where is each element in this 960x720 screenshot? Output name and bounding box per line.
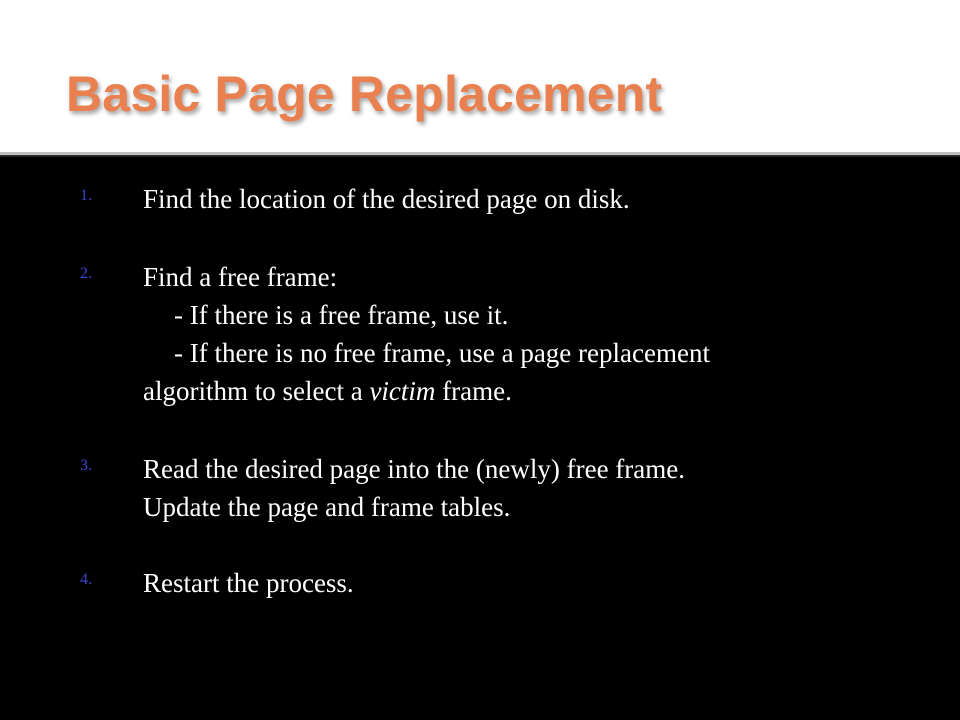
step-2-line-1: Find a free frame: xyxy=(143,262,338,292)
list-number: 2. xyxy=(80,265,92,282)
slide-title: Basic Page Replacement xyxy=(66,66,663,122)
step-3-line-1: Read the desired page into the (newly) f… xyxy=(143,454,686,484)
slide: Basic Page Replacement 1. Find the locat… xyxy=(0,0,960,720)
step-2-line-3: - If there is no free frame, use a page … xyxy=(174,338,710,368)
step-2-line-4-after: frame. xyxy=(435,376,512,406)
step-2-line-2: - If there is a free frame, use it. xyxy=(174,300,509,330)
title-divider-shadow xyxy=(0,155,960,158)
step-1-line-1: Find the location of the desired page on… xyxy=(143,184,630,214)
list-number: 1. xyxy=(80,187,92,204)
victim-emphasis: victim xyxy=(369,376,436,406)
step-3-line-2: Update the page and frame tables. xyxy=(143,492,511,522)
list-number: 3. xyxy=(80,457,92,474)
step-2-line-4: algorithm to select a victim frame. xyxy=(143,372,512,410)
list-number: 4. xyxy=(80,571,92,588)
step-2-line-4-before: algorithm to select a xyxy=(143,376,370,406)
step-4-line-1: Restart the process. xyxy=(143,568,354,598)
